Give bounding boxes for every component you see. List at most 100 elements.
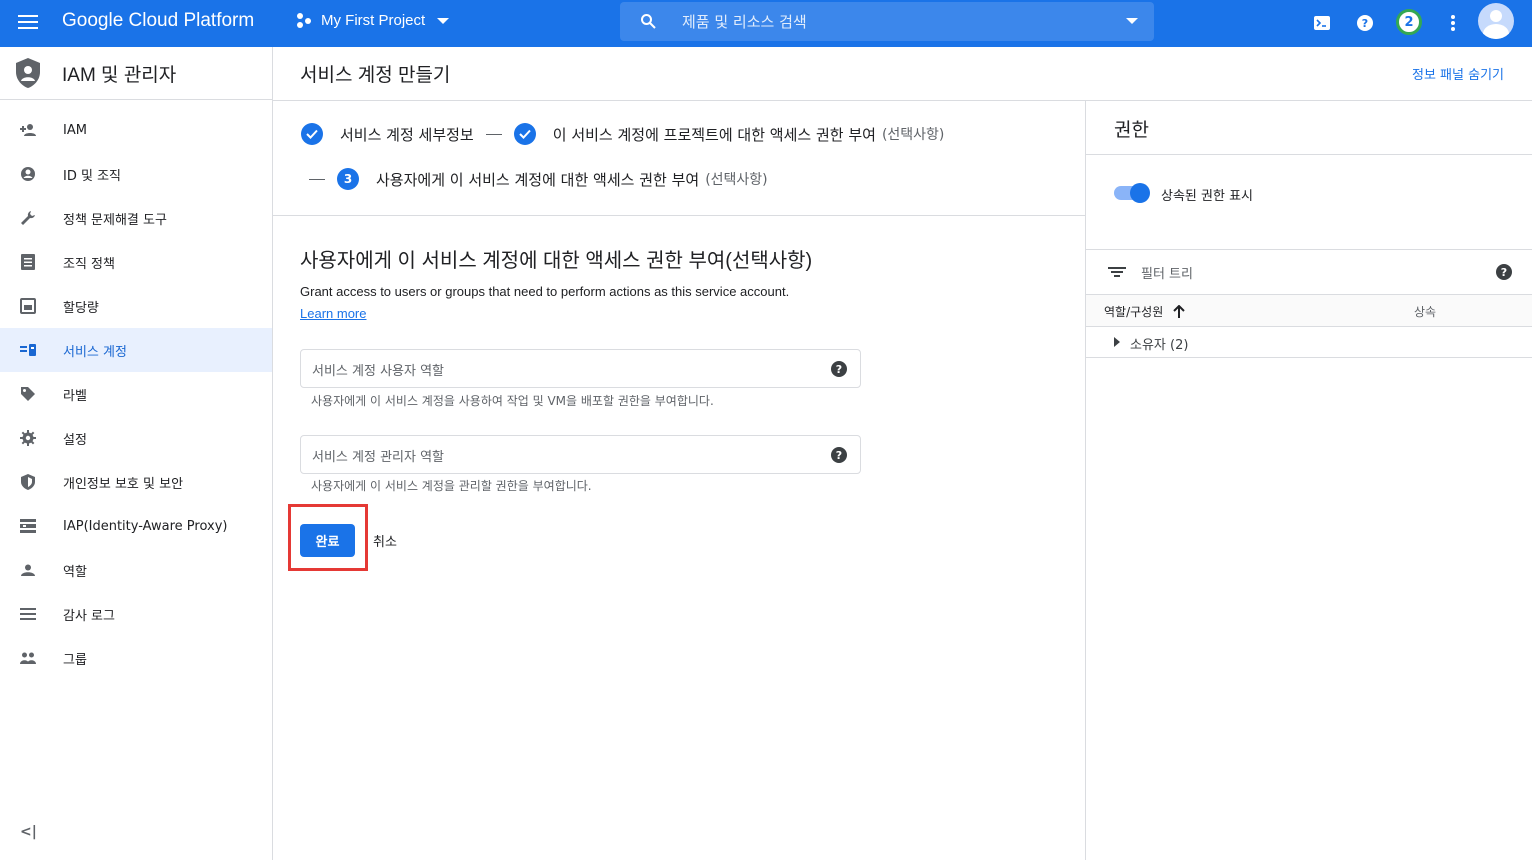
page-title: 서비스 계정 만들기 [300, 65, 451, 86]
shield-icon [20, 474, 36, 490]
sidebar-item-service-accounts[interactable]: 서비스 계정 [0, 328, 272, 372]
check-circle-icon [513, 123, 536, 145]
sidebar-item-quotas[interactable]: 할당량 [0, 284, 272, 328]
sidebar-item-label: 정책 문제해결 도구 [63, 212, 167, 228]
section-description: Grant access to users or groups that nee… [300, 284, 790, 299]
help-icon[interactable]: ? [831, 361, 847, 377]
learn-more-link[interactable]: Learn more [300, 306, 366, 321]
notifications-badge[interactable]: 2 [1396, 9, 1422, 35]
sidebar-item-label: 할당량 [63, 300, 99, 316]
step-3-number: 3 [337, 168, 359, 190]
row-owner-label: 소유자 (2) [1130, 338, 1189, 353]
groups-icon [20, 650, 36, 666]
sidebar-item-audit-logs[interactable]: 감사 로그 [0, 592, 272, 636]
more-vert-icon[interactable] [1442, 12, 1464, 34]
sidebar-item-policy-troubleshooter[interactable]: 정책 문제해결 도구 [0, 196, 272, 240]
svg-text:?: ? [1362, 17, 1368, 30]
cancel-button[interactable]: 취소 [373, 531, 397, 550]
expand-arrow-icon[interactable] [1114, 337, 1120, 347]
field-placeholder: 서비스 계정 사용자 역할 [312, 364, 444, 379]
cloud-shell-icon[interactable] [1311, 12, 1333, 34]
sidebar-item-groups[interactable]: 그룹 [0, 636, 272, 680]
search-bar[interactable]: 제품 및 리소스 검색 [620, 2, 1154, 41]
sidebar-item-id-org[interactable]: ID 및 조직 [0, 152, 272, 196]
wrench-icon [20, 210, 36, 226]
project-selector[interactable]: My First Project [297, 12, 450, 29]
service-account-admin-role-field[interactable]: 서비스 계정 관리자 역할 ? [300, 435, 861, 474]
top-bar: Google Cloud Platform My First Project 제… [0, 0, 1532, 47]
step-3-optional: (선택사항) [705, 172, 768, 188]
brand-title[interactable]: Google Cloud Platform [62, 10, 254, 32]
sidebar-item-label: 개인정보 보호 및 보안 [63, 476, 184, 492]
project-icon [297, 12, 313, 29]
search-icon [641, 14, 656, 29]
help-icon[interactable]: ? [1354, 12, 1376, 34]
sidebar-nav: IAM ID 및 조직 정책 문제해결 도구 조직 정책 할당량 서비스 계정 … [0, 100, 272, 680]
sidebar-item-label: 서비스 계정 [63, 344, 127, 360]
arrow-up-icon [1173, 304, 1185, 318]
filter-icon [1108, 265, 1126, 279]
panel-title: 권한 [1114, 120, 1149, 141]
sidebar-item-label: 설정 [63, 432, 87, 448]
sidebar-item-label: 조직 정책 [63, 256, 115, 272]
done-button[interactable]: 완료 [300, 524, 355, 557]
divider [1086, 249, 1532, 250]
sidebar-item-labels[interactable]: 라벨 [0, 372, 272, 416]
step-divider [309, 178, 325, 180]
check-circle-icon [301, 123, 323, 145]
avatar[interactable] [1478, 3, 1514, 39]
help-icon[interactable]: ? [1496, 264, 1512, 280]
divider [1086, 154, 1532, 155]
sidebar-item-iam[interactable]: IAM [0, 108, 272, 152]
sidebar-item-label: 그룹 [63, 652, 87, 668]
sidebar-item-label: 역할 [63, 564, 87, 580]
page-header: 서비스 계정 만들기 정보 패널 숨기기 [273, 47, 1532, 101]
step-1-label[interactable]: 서비스 계정 세부정보 [340, 124, 474, 145]
collapse-sidebar-icon[interactable]: <| [20, 824, 37, 840]
sidebar-item-label: IAM [63, 122, 87, 138]
inherited-permissions-toggle[interactable] [1114, 183, 1150, 203]
project-name: My First Project [321, 12, 426, 29]
col-inherited[interactable]: 상속 [1414, 303, 1436, 320]
step-divider [485, 133, 502, 135]
search-dropdown-icon[interactable] [1126, 18, 1138, 24]
sidebar-header: IAM 및 관리자 [0, 47, 272, 100]
sidebar-item-iap[interactable]: IAP(Identity-Aware Proxy) [0, 504, 272, 548]
sidebar-item-privacy-security[interactable]: 개인정보 보호 및 보안 [0, 460, 272, 504]
field-placeholder: 서비스 계정 관리자 역할 [312, 450, 444, 465]
gear-icon [20, 430, 36, 446]
permissions-table-header: 역할/구성원 상속 [1086, 294, 1532, 327]
col-role-member[interactable]: 역할/구성원 [1104, 303, 1185, 320]
field-hint: 사용자에게 이 서비스 계정을 관리할 권한을 부여합니다. [311, 479, 592, 493]
sidebar-item-label: ID 및 조직 [63, 168, 121, 184]
stepper-row-1: 서비스 계정 세부정보 이 서비스 계정에 프로젝트에 대한 액세스 권한 부여… [301, 123, 944, 145]
permissions-panel: 권한 상속된 권한 표시 필터 트리 ? 역할/구성원 상속 소유자 (2) [1085, 101, 1532, 860]
person-add-icon [20, 122, 36, 138]
step-2-label[interactable]: 이 서비스 계정에 프로젝트에 대한 액세스 권한 부여 [553, 124, 876, 145]
sidebar-item-label: IAP(Identity-Aware Proxy) [63, 518, 228, 534]
hide-info-panel-link[interactable]: 정보 패널 숨기기 [1412, 64, 1504, 83]
help-icon[interactable]: ? [831, 447, 847, 463]
list-icon [20, 606, 36, 622]
search-input[interactable]: 제품 및 리소스 검색 [682, 11, 807, 32]
table-row[interactable]: 소유자 (2) [1086, 327, 1532, 358]
hamburger-menu-icon[interactable] [16, 11, 40, 35]
field-hint: 사용자에게 이 서비스 계정을 사용하여 작업 및 VM을 배포할 권한을 부여… [311, 394, 714, 408]
sidebar-item-label: 라벨 [63, 388, 87, 404]
sidebar-item-roles[interactable]: 역할 [0, 548, 272, 592]
stepper: 서비스 계정 세부정보 이 서비스 계정에 프로젝트에 대한 액세스 권한 부여… [273, 101, 1085, 216]
sidebar-item-org-policy[interactable]: 조직 정책 [0, 240, 272, 284]
toggle-label: 상속된 권한 표시 [1161, 189, 1253, 204]
sidebar-item-settings[interactable]: 설정 [0, 416, 272, 460]
sidebar-title: IAM 및 관리자 [62, 64, 177, 86]
iam-shield-icon [16, 58, 40, 88]
roles-icon [20, 562, 36, 578]
iap-icon [20, 518, 36, 534]
main-content: 서비스 계정 세부정보 이 서비스 계정에 프로젝트에 대한 액세스 권한 부여… [273, 101, 1085, 860]
section-title: 사용자에게 이 서비스 계정에 대한 액세스 권한 부여(선택사항) [300, 250, 813, 272]
filter-tree-input[interactable]: 필터 트리 [1141, 263, 1193, 282]
step-3-label[interactable]: 사용자에게 이 서비스 계정에 대한 액세스 권한 부여 [376, 169, 699, 190]
service-account-user-role-field[interactable]: 서비스 계정 사용자 역할 ? [300, 349, 861, 388]
service-account-icon [20, 342, 36, 358]
col-role-label: 역할/구성원 [1104, 305, 1164, 319]
